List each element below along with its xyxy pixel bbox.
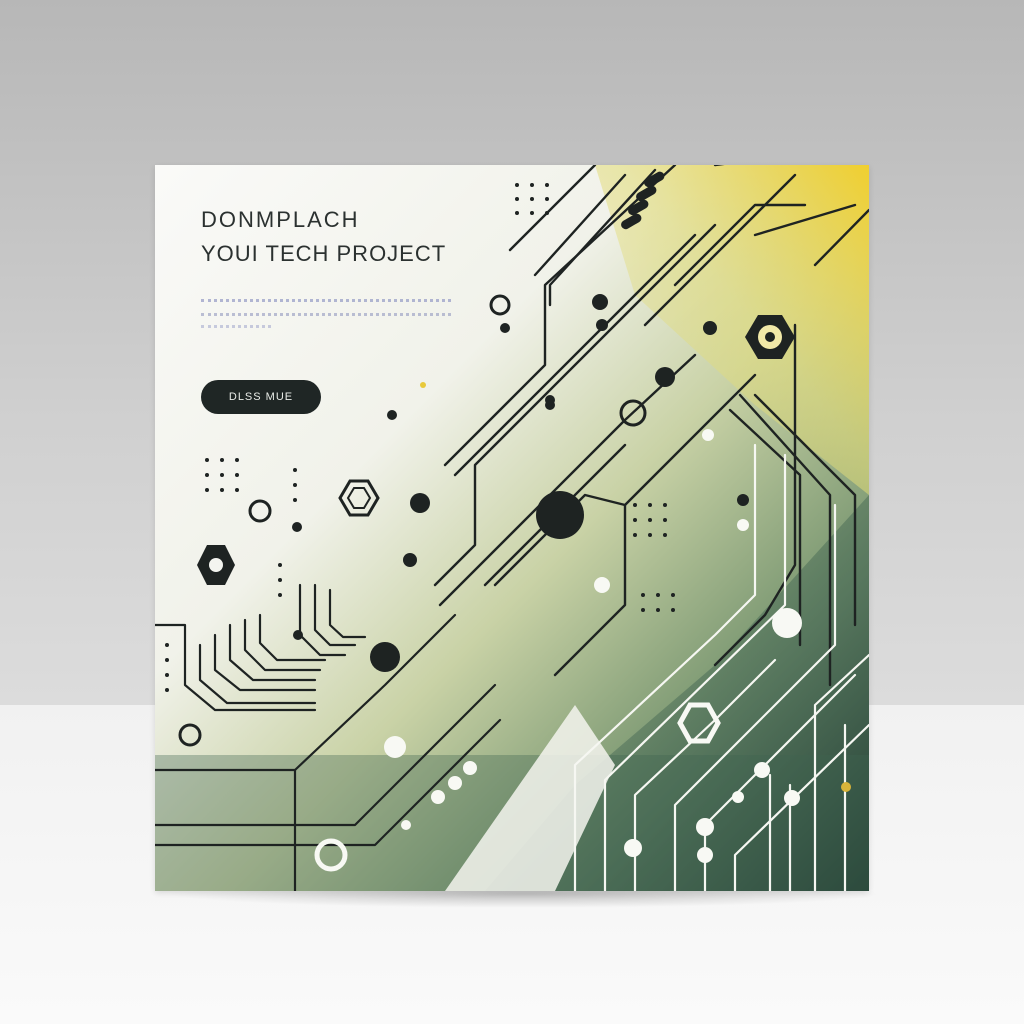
amber-led [841, 782, 851, 792]
headline-line-2: YOUI TECH PROJECT [201, 241, 447, 266]
cta-button[interactable]: DLSS MUE [201, 380, 321, 414]
amber-dot [420, 382, 426, 388]
headline-line-1: DONMPLACH [201, 207, 360, 232]
placeholder-text-line [201, 313, 451, 321]
circuit-poster-card: DONMPLACH YOUI TECH PROJECT DLSS MUE [155, 165, 869, 891]
circuit-board-artwork [155, 165, 869, 891]
placeholder-text-line [201, 325, 271, 333]
large-node [536, 491, 584, 539]
placeholder-text-line [201, 299, 451, 307]
